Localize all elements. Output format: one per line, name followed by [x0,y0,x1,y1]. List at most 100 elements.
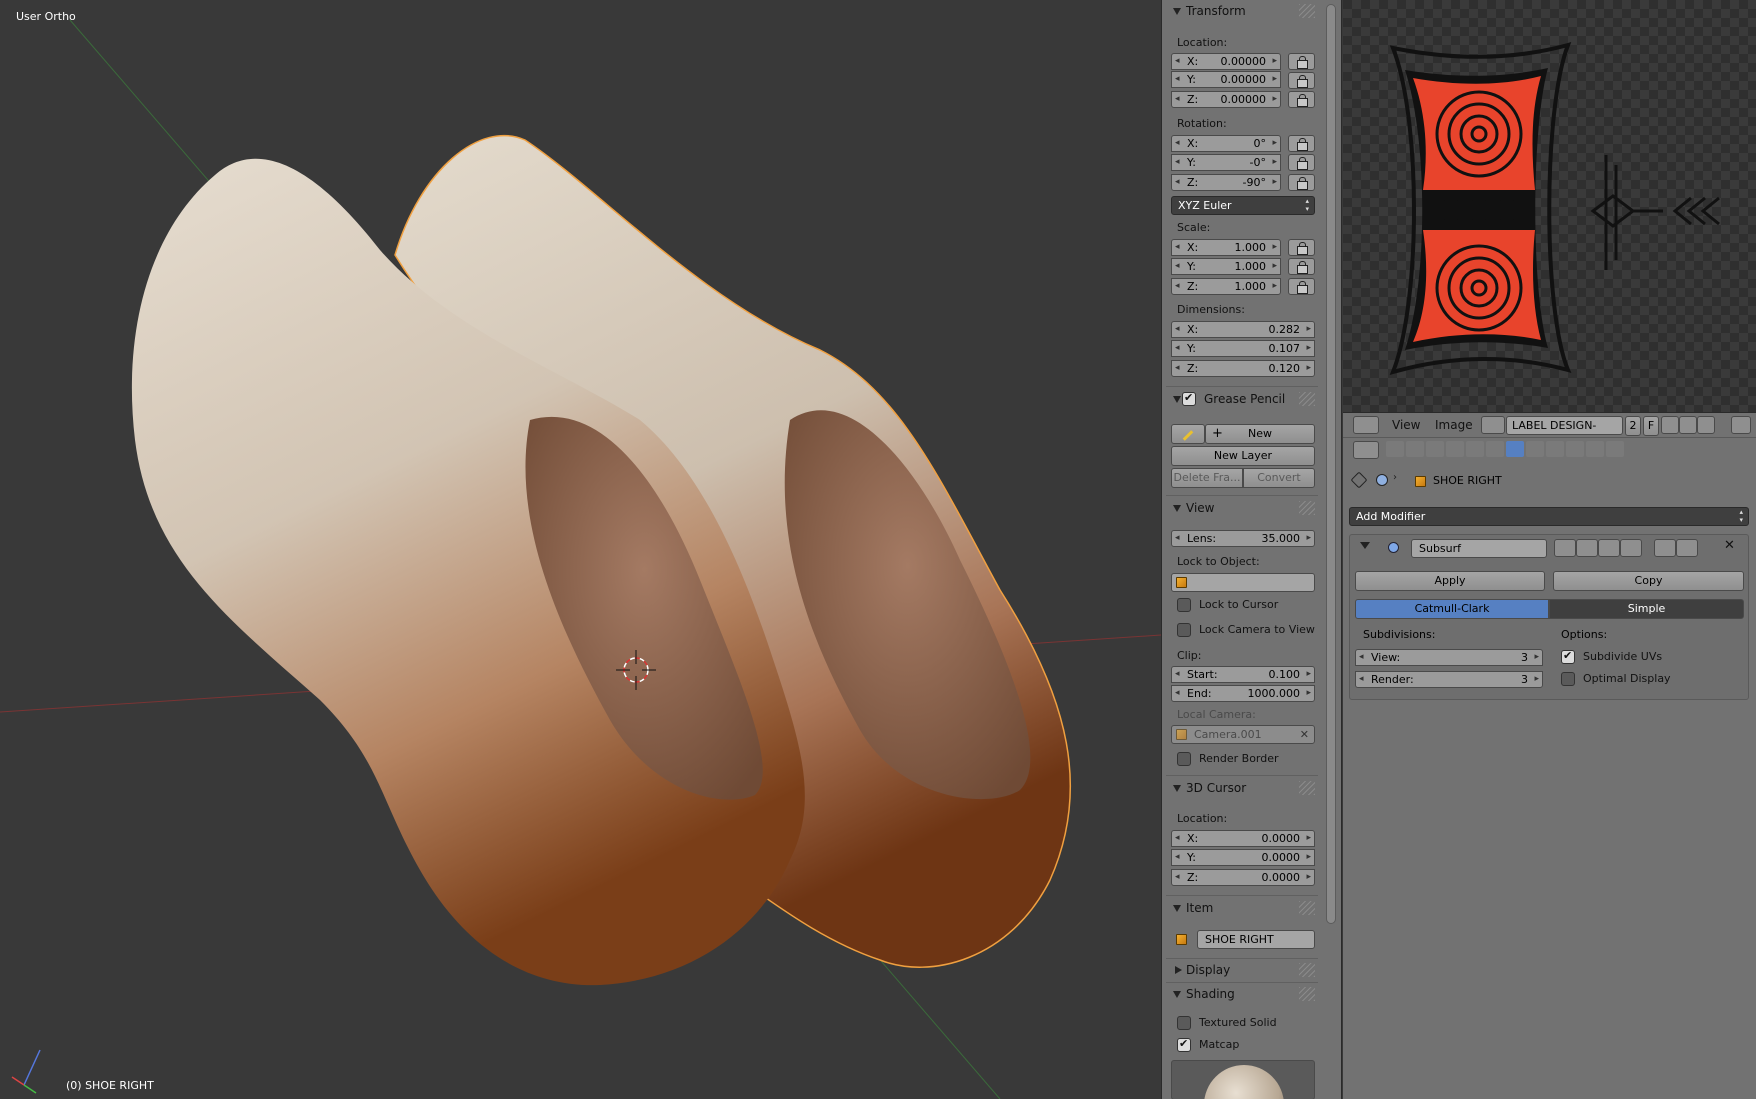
view-levels-field[interactable]: View:3 [1355,649,1543,666]
render-border-checkbox[interactable]: Render Border [1177,752,1279,768]
textured-solid-checkbox[interactable]: Textured Solid [1177,1016,1277,1032]
cursor-x-field[interactable]: X:0.0000 [1171,830,1315,847]
tab-modifiers-icon[interactable] [1506,441,1524,457]
local-camera-field[interactable]: Camera.001 ✕ [1171,725,1315,744]
item-name-field[interactable]: SHOE RIGHT [1197,930,1315,949]
unlink-x-icon[interactable] [1697,416,1715,434]
add-modifier-select[interactable]: Add Modifier [1349,507,1749,526]
clear-x-icon[interactable]: ✕ [1300,726,1309,743]
editor-type-select-icon[interactable] [1353,416,1379,434]
panel-header-transform[interactable]: Transform [1166,1,1318,21]
dimensions-x-field[interactable]: X:0.282 [1171,321,1315,338]
lock-rotation-y-icon[interactable] [1288,154,1315,171]
matcap-preview[interactable] [1171,1060,1315,1099]
panel-header-view[interactable]: View [1166,498,1318,518]
new-layer-button[interactable]: New Layer [1171,446,1315,466]
tab-material-icon[interactable] [1546,441,1564,457]
panel-header-shading[interactable]: Shading [1166,984,1318,1004]
pin-icon[interactable] [1731,416,1751,434]
move-up-icon[interactable] [1654,539,1676,557]
tab-constraints-icon[interactable] [1486,441,1504,457]
lock-scale-y-icon[interactable] [1288,258,1315,275]
image-editor-header[interactable]: View Image LABEL DESIGN-2.png 2 F [1343,412,1756,449]
lock-rotation-z-icon[interactable] [1288,174,1315,191]
copy-button[interactable]: Copy [1553,571,1744,591]
convert-button[interactable]: Convert [1243,468,1315,488]
lock-to-object-field[interactable] [1171,573,1315,592]
render-levels-field[interactable]: Render:3 [1355,671,1543,688]
modifier-name-field[interactable]: Subsurf [1411,539,1547,558]
scale-x-field[interactable]: X:1.000 [1171,239,1281,256]
lens-field[interactable]: Lens:35.000 [1171,530,1315,547]
location-y-field[interactable]: Y:0.00000 [1171,71,1281,88]
tab-texture-icon[interactable] [1566,441,1584,457]
cursor-y-field[interactable]: Y:0.0000 [1171,849,1315,866]
properties-context-tabs[interactable] [1386,441,1624,459]
panel-header-grease-pencil[interactable]: Grease Pencil [1166,389,1318,409]
tab-render-icon[interactable] [1386,441,1404,457]
lock-to-cursor-checkbox[interactable]: Lock to Cursor [1177,598,1278,614]
rotation-mode-select[interactable]: XYZ Euler [1171,196,1315,215]
scale-z-field[interactable]: Z:1.000 [1171,278,1281,295]
fake-user-button[interactable]: F [1643,416,1659,436]
uv-image-editor[interactable] [1343,0,1756,412]
view-menu[interactable]: View [1392,418,1420,432]
tab-particles-icon[interactable] [1586,441,1604,457]
tab-layers-icon[interactable] [1406,441,1424,457]
grease-pencil-new-button[interactable]: + New [1205,424,1315,444]
tab-object-icon[interactable] [1466,441,1484,457]
panel-header-display[interactable]: Display [1166,960,1318,980]
tab-scene-icon[interactable] [1426,441,1444,457]
show-render-icon[interactable] [1554,539,1576,557]
collapse-chevron-down-icon[interactable] [1360,542,1370,549]
open-image-icon[interactable] [1679,416,1697,434]
remove-modifier-close-icon[interactable]: ✕ [1724,538,1735,553]
lock-scale-z-icon[interactable] [1288,278,1315,295]
show-editmode-icon[interactable] [1598,539,1620,557]
new-image-icon[interactable] [1661,416,1679,434]
image-menu[interactable]: Image [1435,418,1473,432]
optimal-display-checkbox[interactable]: Optimal Display [1561,672,1671,688]
image-browse-icon[interactable] [1481,416,1505,434]
catmull-clark-toggle[interactable]: Catmull-Clark [1355,599,1549,619]
show-on-cage-icon[interactable] [1620,539,1642,557]
3d-viewport[interactable]: User Ortho (0) SHOE RIGHT [0,0,1161,1099]
image-name-field[interactable]: LABEL DESIGN-2.png [1506,416,1623,449]
grease-pencil-brush-select[interactable] [1171,424,1205,444]
viewport-canvas[interactable] [0,0,1161,1099]
dimensions-z-field[interactable]: Z:0.120 [1171,360,1315,377]
pin-icon[interactable] [1350,471,1368,489]
properties-n-panel[interactable]: Transform Location: X:0.00000 Y:0.00000 … [1161,0,1322,1099]
delete-frame-button[interactable]: Delete Fra... [1171,468,1243,488]
panel-header-3d-cursor[interactable]: 3D Cursor [1166,778,1318,798]
rotation-z-field[interactable]: Z:-90° [1171,174,1281,191]
location-x-field[interactable]: X:0.00000 [1171,53,1281,70]
subdivide-uvs-checkbox[interactable]: Subdivide UVs [1561,649,1662,666]
rotation-x-field[interactable]: X:0° [1171,135,1281,152]
show-viewport-eye-icon[interactable] [1576,539,1598,557]
lock-rotation-x-icon[interactable] [1288,135,1315,152]
tab-world-icon[interactable] [1446,441,1464,457]
users-count-button[interactable]: 2 [1625,416,1641,436]
lock-scale-x-icon[interactable] [1288,239,1315,256]
clip-start-field[interactable]: Start:0.100 [1171,666,1315,683]
editor-type-select-icon[interactable] [1353,441,1379,459]
dimensions-y-field[interactable]: Y:0.107 [1171,340,1315,357]
cursor-z-field[interactable]: Z:0.0000 [1171,869,1315,886]
move-down-icon[interactable] [1676,539,1698,557]
clip-end-field[interactable]: End:1000.000 [1171,685,1315,702]
properties-editor[interactable]: › SHOE RIGHT Add Modifier Subsurf ✕ Appl… [1343,438,1756,1099]
lock-location-x-icon[interactable] [1288,53,1315,70]
simple-toggle[interactable]: Simple [1549,599,1744,619]
lock-camera-to-view-checkbox[interactable]: Lock Camera to View [1177,623,1315,639]
tab-physics-icon[interactable] [1606,441,1624,457]
scale-y-field[interactable]: Y:1.000 [1171,258,1281,275]
rotation-y-field[interactable]: Y:-0° [1171,154,1281,171]
lock-location-y-icon[interactable] [1288,72,1315,89]
n-panel-scrollbar[interactable] [1322,0,1342,1099]
tab-data-icon[interactable] [1526,441,1544,457]
location-z-field[interactable]: Z:0.00000 [1171,91,1281,108]
matcap-checkbox[interactable]: Matcap [1177,1037,1239,1054]
lock-location-z-icon[interactable] [1288,91,1315,108]
apply-button[interactable]: Apply [1355,571,1545,591]
